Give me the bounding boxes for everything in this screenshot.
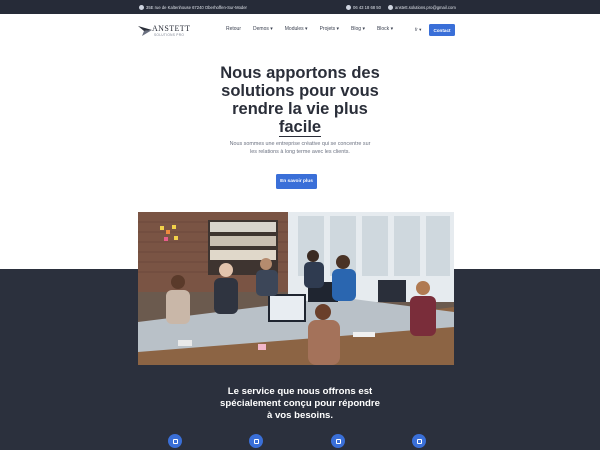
nav-item-block[interactable]: Block ▾ <box>377 26 393 32</box>
mail-icon <box>388 4 393 10</box>
feature-shield-icon <box>249 434 263 448</box>
hero-title-underlined-word: facile <box>278 118 322 137</box>
office-team-photo <box>138 212 454 365</box>
nav-item-modules[interactable]: Modules ▾ <box>285 26 308 32</box>
hero-title-line: Nous apportons des <box>220 64 380 82</box>
top-info-bar: 35E rue de Kaltenhouse 67240 Oberhoffen-… <box>0 0 600 14</box>
learn-more-button[interactable]: En savoir plus <box>276 174 317 189</box>
logo-icon <box>138 26 152 36</box>
brand-tagline: SOLUTIONS PRO <box>154 33 185 37</box>
language-selector[interactable]: fr ▾ <box>415 27 421 33</box>
hero-subtitle: Nous sommes une entreprise créative qui … <box>229 141 371 155</box>
location-icon <box>139 4 144 10</box>
services-title: Le service que nous offrons est spéciale… <box>220 386 380 421</box>
office-team-illustration <box>138 212 454 365</box>
email-info[interactable]: anstett.solutions.pro@gmail.com <box>388 0 456 14</box>
address-text: 35E rue de Kaltenhouse 67240 Oberhoffen-… <box>146 4 247 10</box>
feature-chart-icon <box>412 434 426 448</box>
phone-text[interactable]: 06 43 18 68 50 <box>353 5 381 10</box>
nav-menu: Retour Demos ▾ Modules ▾ Projets ▾ Blog … <box>226 26 405 32</box>
nav-item-retour[interactable]: Retour <box>226 26 241 32</box>
nav-item-demos[interactable]: Demos ▾ <box>253 26 273 32</box>
contact-button[interactable]: Contact <box>429 24 455 36</box>
hero-title-line: rendre la vie plus <box>232 100 368 118</box>
email-text[interactable]: anstett.solutions.pro@gmail.com <box>395 5 456 10</box>
site-logo[interactable]: ANSTETT SOLUTIONS PRO <box>138 24 198 40</box>
nav-item-projets[interactable]: Projets ▾ <box>320 26 339 32</box>
phone-icon <box>346 4 351 10</box>
feature-image-icon <box>331 434 345 448</box>
phone-info[interactable]: 06 43 18 68 50 <box>346 0 381 14</box>
brand-name: ANSTETT <box>152 24 191 33</box>
address-info: 35E rue de Kaltenhouse 67240 Oberhoffen-… <box>139 0 247 14</box>
nav-item-blog[interactable]: Blog ▾ <box>351 26 365 32</box>
feature-target-icon <box>168 434 182 448</box>
hero-title: Nous apportons des solutions pour vous r… <box>200 64 400 137</box>
hero-title-line: solutions pour vous <box>221 82 379 100</box>
